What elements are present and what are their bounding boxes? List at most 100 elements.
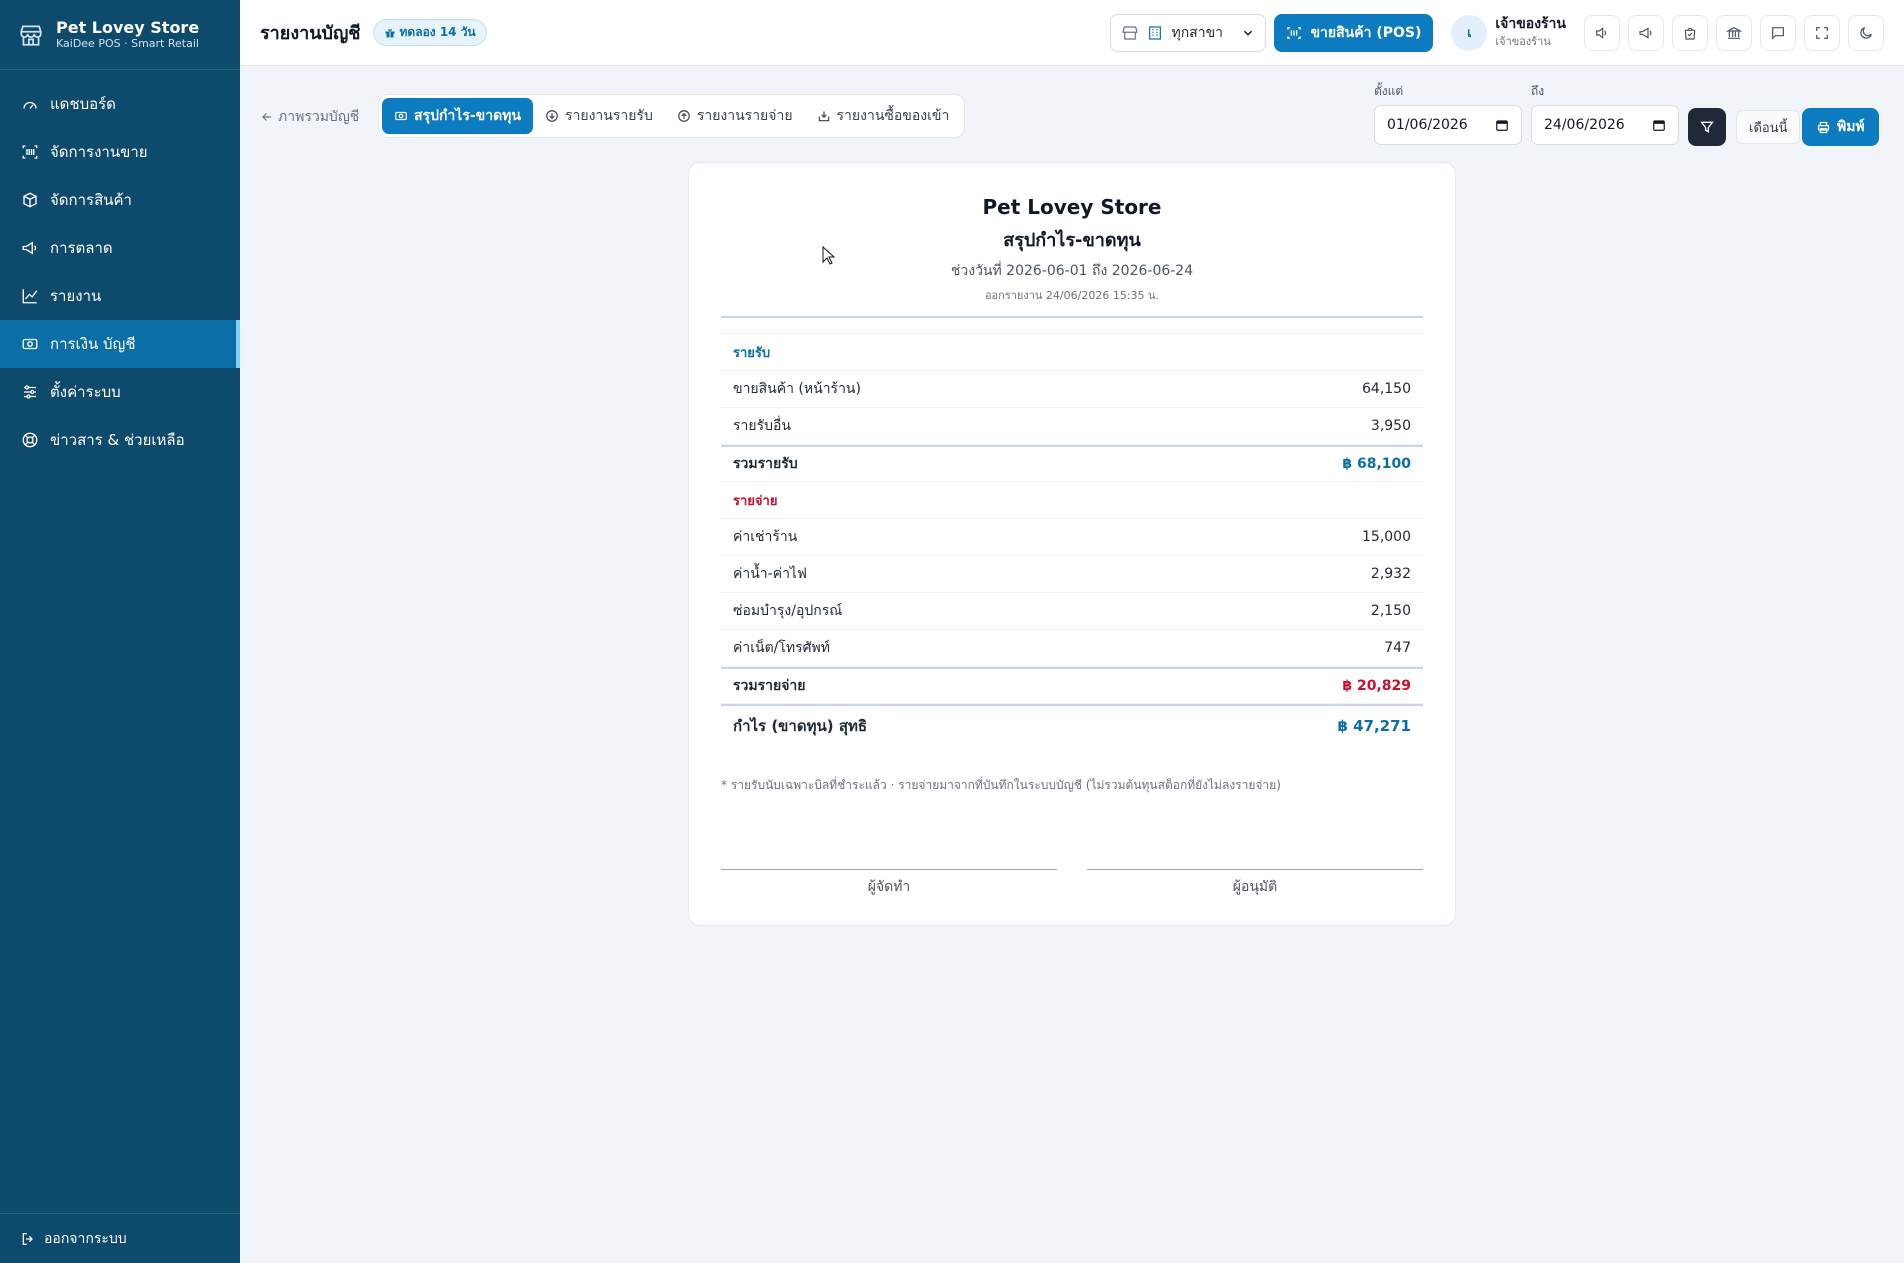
sidebar-item-label: รายงาน: [50, 287, 102, 305]
table-row: ขายสินค้า (หน้าร้าน) 64,150: [721, 371, 1423, 408]
row-label: ขายสินค้า (หน้าร้าน): [733, 381, 861, 397]
dark-mode-button[interactable]: [1848, 14, 1884, 51]
logout-button[interactable]: ออกจากระบบ: [0, 1213, 240, 1263]
sidebar-item-help[interactable]: ข่าวสาร & ช่วยเหลือ: [0, 416, 240, 464]
gift-icon: [385, 28, 395, 37]
pos-label: ขายสินค้า (POS): [1310, 24, 1422, 41]
mouse-cursor-icon: [822, 246, 836, 265]
report-toolbar: ภาพรวมบัญชี สรุปกำไร-ขาดทุน รายงานรายรับ…: [260, 84, 1884, 152]
report-footnote: * รายรับนับเฉพาะบิลที่ชำระแล้ว · รายจ่าย…: [721, 778, 1281, 792]
chevron-down-icon: [1244, 30, 1253, 36]
building-icon: [1149, 25, 1162, 40]
table-row: ซ่อมบำรุง/อุปกรณ์ 2,150: [721, 593, 1423, 630]
print-label: พิมพ์: [1837, 119, 1865, 135]
cash-icon: [395, 111, 407, 121]
orders-button[interactable]: [1672, 14, 1708, 51]
logout-label: ออกจากระบบ: [44, 1230, 127, 1247]
filter-button[interactable]: [1688, 108, 1726, 146]
calendar-icon: [1653, 120, 1665, 131]
print-button[interactable]: พิมพ์: [1802, 108, 1879, 146]
date-to-input[interactable]: 24/06/2026: [1531, 105, 1679, 145]
user-role: เจ้าของร้าน: [1495, 34, 1551, 48]
income-total-amount: ฿ 68,100: [1342, 456, 1411, 472]
report-store-name: Pet Lovey Store: [982, 195, 1162, 219]
logout-icon: [22, 1232, 33, 1245]
sidebar-item-reports[interactable]: รายงาน: [0, 272, 240, 320]
row-amount: 64,150: [1362, 381, 1411, 397]
sidebar-item-label: การเงิน บัญชี: [50, 335, 136, 353]
top-actions: ทุกสาขา ขายสินค้า (POS) เ เจ้าของร้าน เจ…: [1110, 13, 1884, 52]
sidebar-item-label: จัดการงานขาย: [50, 143, 148, 161]
date-from-group: ตั้งแต่ 01/06/2026: [1374, 82, 1522, 145]
announcement-button[interactable]: [1628, 14, 1664, 51]
brand[interactable]: Pet Lovey Store KaiDee POS · Smart Retai…: [0, 0, 240, 70]
bank-button[interactable]: [1716, 14, 1752, 51]
sidebar-nav: แดชบอร์ด จัดการงานขาย จัดการสินค้า การตล…: [0, 70, 240, 464]
store-icon: [1123, 25, 1138, 40]
tab-label: รายงานรายรับ: [564, 108, 653, 124]
speaker-icon: [1596, 26, 1607, 39]
calendar-icon: [1496, 120, 1508, 131]
dashboard-icon: [20, 94, 40, 114]
tab-label: รายงานรายจ่าย: [696, 108, 793, 124]
sidebar-item-settings[interactable]: ตั้งค่าระบบ: [0, 368, 240, 416]
expense-section-header: รายจ่าย: [721, 482, 1423, 519]
barcode-scan-icon: [20, 142, 40, 162]
chat-button[interactable]: [1760, 14, 1796, 51]
tab-profit-loss[interactable]: สรุปกำไร-ขาดทุน: [382, 98, 533, 134]
row-label: รวมรายรับ: [733, 456, 798, 472]
tab-income-report[interactable]: รายงานรายรับ: [533, 98, 665, 134]
profit-loss-report: Pet Lovey Store สรุปกำไร-ขาดทุน ช่วงวันท…: [688, 162, 1456, 926]
date-from-value: 01/06/2026: [1387, 117, 1468, 133]
fullscreen-button[interactable]: [1804, 14, 1840, 51]
bag-check-icon: [1684, 27, 1696, 40]
tab-label: สรุปกำไร-ขาดทุน: [414, 108, 521, 124]
row-label: กำไร (ขาดทุน) สุทธิ: [733, 717, 868, 735]
avatar: เ: [1451, 14, 1488, 51]
spacer: [721, 318, 1423, 334]
date-to-value: 24/06/2026: [1544, 117, 1625, 133]
expense-total-amount: ฿ 20,829: [1342, 678, 1411, 694]
income-total-row: รวมรายรับ ฿ 68,100: [721, 445, 1423, 482]
row-amount: 2,932: [1370, 566, 1411, 582]
table-row: ค่าน้ำ-ค่าไฟ 2,932: [721, 556, 1423, 593]
megaphone-icon: [1639, 26, 1652, 39]
sidebar-item-dashboard[interactable]: แดชบอร์ด: [0, 80, 240, 128]
chat-icon: [1772, 26, 1784, 40]
this-month-button[interactable]: เดือนนี้: [1736, 110, 1801, 144]
sidebar-item-finance[interactable]: การเงิน บัญชี: [0, 320, 240, 368]
box-icon: [20, 190, 40, 210]
brand-subtitle: KaiDee POS · Smart Retail: [56, 37, 199, 50]
date-from-input[interactable]: 01/06/2026: [1374, 105, 1522, 145]
row-amount: 3,950: [1370, 418, 1411, 434]
sidebar-item-marketing[interactable]: การตลาด: [0, 224, 240, 272]
sidebar-item-label: จัดการสินค้า: [50, 191, 132, 209]
sliders-icon: [20, 382, 40, 402]
branch-value: ทุกสาขา: [1171, 24, 1224, 41]
sidebar-item-products[interactable]: จัดการสินค้า: [0, 176, 240, 224]
brand-name: Pet Lovey Store: [56, 18, 200, 37]
trial-badge: ทดลอง 14 วัน: [372, 19, 487, 46]
tab-purchase-report[interactable]: รายงานซื้อของเข้า: [805, 98, 962, 134]
barcode-scan-icon: [1287, 26, 1302, 39]
moon-icon: [1860, 26, 1872, 39]
pos-button[interactable]: ขายสินค้า (POS): [1274, 13, 1434, 52]
signature-approved-by: ผู้อนุมัติ: [1087, 869, 1423, 898]
money-icon: [20, 334, 40, 354]
sound-button[interactable]: [1584, 14, 1620, 51]
sidebar-item-sales[interactable]: จัดการงานขาย: [0, 128, 240, 176]
date-from-label: ตั้งแต่: [1374, 84, 1404, 98]
top-bar: รายงานบัญชี ทดลอง 14 วัน ทุกสาขา ขายสินค…: [240, 0, 1904, 66]
megaphone-icon: [20, 238, 40, 258]
user-menu[interactable]: เ เจ้าของร้าน เจ้าของร้าน: [1441, 14, 1576, 51]
fullscreen-icon: [1816, 26, 1828, 39]
back-to-overview-link[interactable]: ภาพรวมบัญชี: [260, 106, 359, 128]
table-row: รายรับอื่น 3,950: [721, 408, 1423, 445]
date-to-group: ถึง 24/06/2026: [1531, 82, 1679, 145]
tab-label: รายงานซื้อของเข้า: [836, 108, 950, 124]
branch-select[interactable]: ทุกสาขา: [1110, 13, 1267, 52]
tab-expense-report[interactable]: รายงานรายจ่าย: [665, 98, 805, 134]
sidebar-item-label: แดชบอร์ด: [50, 95, 116, 113]
sidebar-item-label: การตลาด: [50, 239, 113, 257]
sidebar-item-label: ข่าวสาร & ช่วยเหลือ: [50, 431, 185, 449]
